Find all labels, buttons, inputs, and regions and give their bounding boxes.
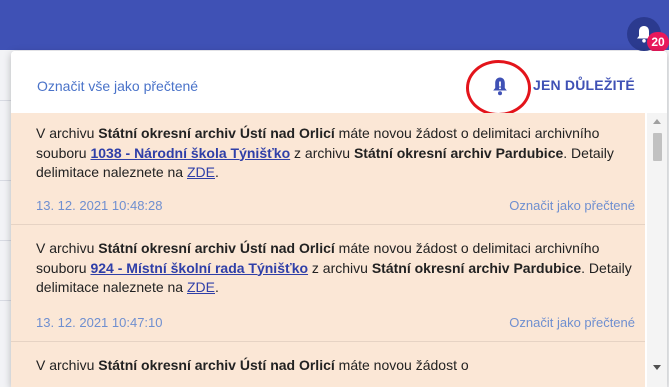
notifications-panel: Označit vše jako přečtené JEN DŮLEŽITÉ V… <box>11 51 667 387</box>
notification-text: V archivu Státní okresní archiv Ústí nad… <box>36 125 614 180</box>
archive-name: Státní okresní archiv Ústí nad Orlicí <box>98 125 335 141</box>
archive-name: Státní okresní archiv Ústí nad Orlicí <box>98 240 335 256</box>
top-app-bar <box>0 0 669 50</box>
notification-timestamp: 13. 12. 2021 10:48:28 <box>36 198 163 213</box>
notification-item: V archivu Státní okresní archiv Ústí nad… <box>11 225 645 342</box>
scrollbar-thumb[interactable] <box>653 133 662 161</box>
mark-as-read-button[interactable]: Označit jako přečtené <box>509 315 635 330</box>
notifications-list: V archivu Státní okresní archiv Ústí nad… <box>11 113 647 387</box>
details-link[interactable]: ZDE <box>187 164 215 180</box>
notification-item: V archivu Státní okresní archiv Ústí nad… <box>11 342 645 387</box>
notifications-scrollbar[interactable] <box>647 113 667 387</box>
source-archive-name: Státní okresní archiv Pardubice <box>371 259 582 276</box>
notification-timestamp: 13. 12. 2021 10:47:10 <box>36 315 163 330</box>
archive-name: Státní okresní archiv Ústí nad Orlicí <box>98 357 335 373</box>
notification-item: V archivu Státní okresní archiv Ústí nad… <box>11 113 645 225</box>
scroll-up-arrow-icon[interactable] <box>653 119 661 124</box>
mark-all-read-button[interactable]: Označit vše jako přečtené <box>37 78 198 94</box>
highlight-annotation-circle <box>466 60 531 116</box>
mark-as-read-button[interactable]: Označit jako přečtené <box>509 198 635 213</box>
notification-text: V archivu Státní okresní archiv Ústí nad… <box>36 240 632 295</box>
notifications-panel-header: Označit vše jako přečtené JEN DŮLEŽITÉ <box>11 51 667 116</box>
only-important-toggle[interactable]: JEN DŮLEŽITÉ <box>533 77 635 93</box>
source-archive-name: Státní okresní archiv Pardubice <box>353 144 564 161</box>
fond-link[interactable]: 924 - Místní školní rada Týnišťko <box>90 260 308 276</box>
details-link[interactable]: ZDE <box>187 279 215 295</box>
scroll-down-arrow-icon[interactable] <box>653 365 661 370</box>
notification-count-badge: 20 <box>647 32 669 52</box>
notification-text: V archivu Státní okresní archiv Ústí nad… <box>36 357 469 373</box>
fond-link[interactable]: 1038 - Národní škola Týnišťko <box>90 145 290 161</box>
